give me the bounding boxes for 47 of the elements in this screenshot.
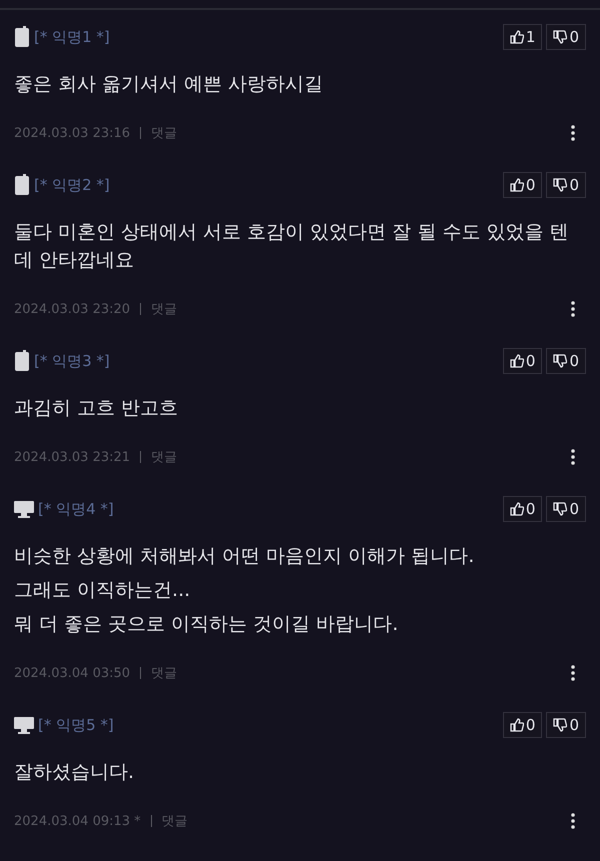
monitor-icon xyxy=(14,715,34,735)
thumbs-down-icon xyxy=(553,354,568,368)
like-button[interactable]: 0 xyxy=(502,348,542,374)
like-button[interactable]: 1 xyxy=(502,24,542,50)
thumbs-down-icon xyxy=(553,178,568,192)
thumbs-down-icon xyxy=(553,718,568,732)
like-button[interactable]: 0 xyxy=(502,712,542,738)
phone-icon xyxy=(14,26,30,48)
phone-icon xyxy=(14,350,30,372)
more-icon[interactable] xyxy=(570,664,576,682)
dislike-button[interactable]: 0 xyxy=(546,496,586,522)
dislike-button[interactable]: 0 xyxy=(546,348,586,374)
author-name: [* 익명1 *] xyxy=(34,28,110,46)
more-icon[interactable] xyxy=(570,300,576,318)
thumbs-up-icon xyxy=(510,354,524,368)
comment-text: 과김히 고흐 반고흐 xyxy=(14,396,180,421)
comment-date: 2024.03.03 23:20 xyxy=(14,302,130,316)
comment-date: 2024.03.03 23:16 xyxy=(14,126,130,140)
dislike-button[interactable]: 0 xyxy=(546,24,586,50)
more-icon[interactable] xyxy=(570,812,576,830)
dislike-button[interactable]: 0 xyxy=(546,712,586,738)
comment-text: 그래도 이직하는건... xyxy=(14,578,192,603)
thumbs-up-icon xyxy=(510,718,524,732)
author-name: [* 익명2 *] xyxy=(34,176,110,194)
comment-date: 2024.03.04 09:13 * xyxy=(14,814,141,828)
comment-date: 2024.03.04 03:50 xyxy=(14,666,130,680)
comment-text: 뭐 더 좋은 곳으로 이직하는 것이길 바랍니다. xyxy=(14,612,400,637)
monitor-icon xyxy=(14,499,34,519)
author-name: [* 익명5 *] xyxy=(38,716,114,734)
comment-text: 둘다 미혼인 상태에서 서로 호감이 있었다면 잘 될 수도 있었을 텐데 안타깝네요 xyxy=(14,220,570,273)
more-icon[interactable] xyxy=(570,448,576,466)
phone-icon xyxy=(14,174,30,196)
like-button[interactable]: 0 xyxy=(502,172,542,198)
comment-text: 잘하셨습니다. xyxy=(14,760,136,785)
thumbs-up-icon xyxy=(510,502,524,516)
like-button[interactable]: 0 xyxy=(502,496,542,522)
more-icon[interactable] xyxy=(570,124,576,142)
thumbs-down-icon xyxy=(553,502,568,516)
thumbs-down-icon xyxy=(553,30,568,44)
thumbs-up-icon xyxy=(510,30,524,44)
author-name: [* 익명4 *] xyxy=(38,500,114,518)
comment-date: 2024.03.03 23:21 xyxy=(14,450,130,464)
thumbs-up-icon xyxy=(510,178,524,192)
comment-text: 좋은 회사 옮기셔서 예쁜 사랑하시길 xyxy=(14,72,324,97)
comment-text: 비슷한 상황에 처해봐서 어떤 마음인지 이해가 됩니다. xyxy=(14,544,476,569)
author-name: [* 익명3 *] xyxy=(34,352,110,370)
dislike-button[interactable]: 0 xyxy=(546,172,586,198)
